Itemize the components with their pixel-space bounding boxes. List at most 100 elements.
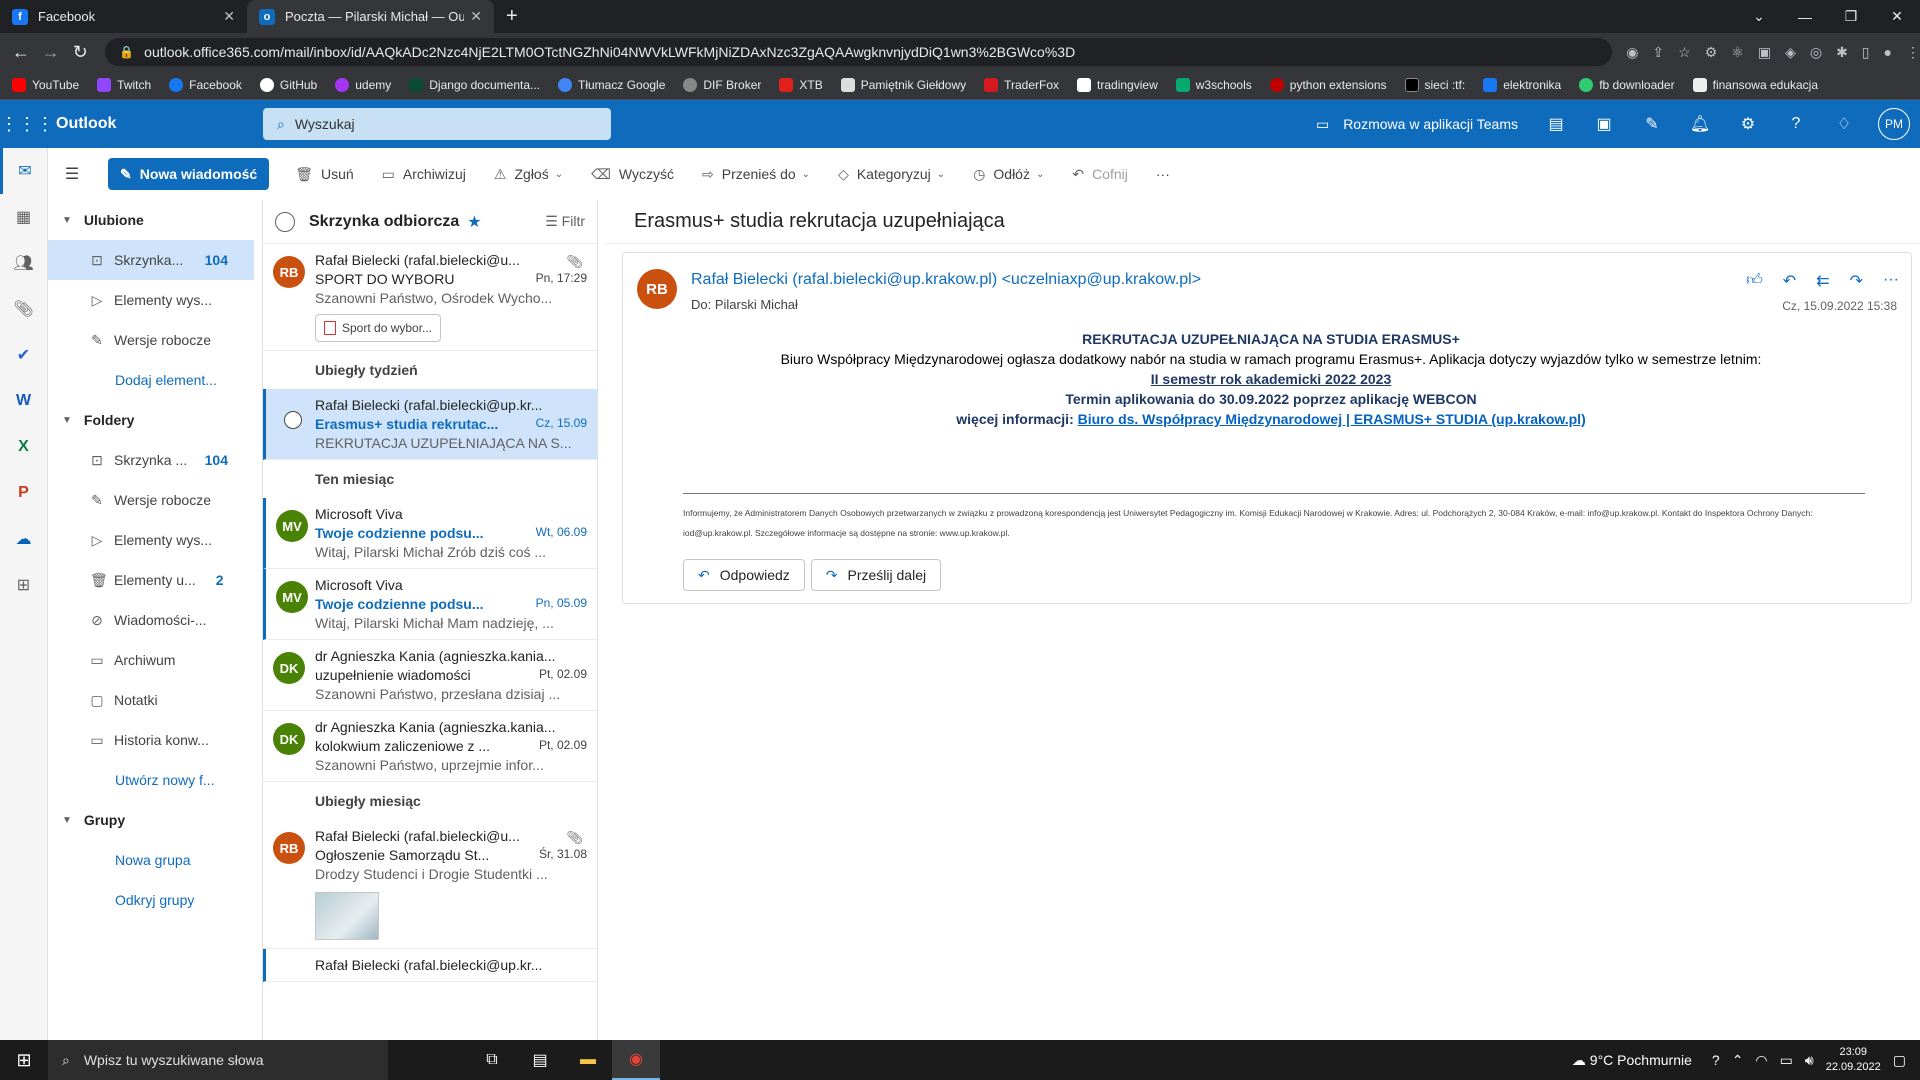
bookmark-sieci[interactable]: sieci :tf: bbox=[1404, 78, 1465, 92]
list-item[interactable]: MV Microsoft Viva Twoje codzienne podsu.… bbox=[263, 569, 597, 640]
share-icon[interactable]: ⇪ bbox=[1652, 44, 1664, 61]
eye-icon[interactable]: ◉ bbox=[1626, 44, 1638, 61]
bookmark-django[interactable]: Django documenta... bbox=[409, 78, 540, 92]
snooze-button[interactable]: ◷ Odłóż ⌄ bbox=[959, 166, 1058, 183]
notifications-icon[interactable]: ▢ bbox=[1893, 1052, 1906, 1069]
bookmark-xtb[interactable]: XTB bbox=[779, 78, 823, 92]
message-sender-link[interactable]: Rafał Bielecki (rafal.bielecki@up.krakow… bbox=[691, 271, 1201, 289]
sweep-button[interactable]: ⌫ Wyczyść bbox=[577, 166, 688, 183]
bookmark-twitch[interactable]: Twitch bbox=[97, 78, 151, 92]
bookmark-github[interactable]: GitHub bbox=[259, 78, 317, 92]
show-hidden-icons-icon[interactable]: ⌃ bbox=[1732, 1052, 1744, 1069]
bookmark-udemy[interactable]: udemy bbox=[335, 78, 391, 92]
tasks-icon[interactable]: ✎ bbox=[1628, 114, 1676, 134]
app-brand[interactable]: Outlook bbox=[56, 115, 263, 133]
categorize-button[interactable]: ◇ Kategoryzuj ⌄ bbox=[824, 166, 959, 183]
bookmark-facebook[interactable]: Facebook bbox=[169, 78, 242, 92]
weather-widget[interactable]: ☁ 9°C Pochmurnie bbox=[1572, 1052, 1692, 1069]
more-apps-icon[interactable]: ⊞ bbox=[0, 562, 47, 608]
file-explorer-icon[interactable]: ▬ bbox=[564, 1040, 612, 1080]
chrome-icon[interactable]: ◉ bbox=[612, 1040, 660, 1080]
bookmark-traderfox[interactable]: TraderFox bbox=[984, 78, 1059, 92]
folders-header[interactable]: ▼ Foldery bbox=[48, 400, 254, 440]
discover-groups-link[interactable]: Odkryj grupy bbox=[48, 880, 254, 920]
list-item[interactable]: DK dr Agnieszka Kania (agnieszka.kania..… bbox=[263, 711, 597, 782]
extension-gear-icon[interactable]: ⚙ bbox=[1705, 44, 1718, 61]
tab-outlook[interactable]: o Poczta — Pilarski Michał — Outlo ✕ bbox=[247, 0, 494, 33]
bookmark-youtube[interactable]: YouTube bbox=[12, 78, 79, 92]
image-attachment-thumbnail[interactable] bbox=[315, 892, 379, 940]
bookmark-elektronika[interactable]: elektronika bbox=[1483, 78, 1561, 92]
react-icon[interactable]: ⚛ bbox=[1731, 44, 1744, 61]
list-item[interactable]: RB 📎︎ Rafał Bielecki (rafal.bielecki@u..… bbox=[263, 820, 597, 949]
bookmark-pamietnik[interactable]: Pamiętnik Giełdowy bbox=[840, 78, 966, 92]
select-radio[interactable] bbox=[284, 411, 302, 429]
bookmark-dif-broker[interactable]: DIF Broker bbox=[683, 78, 761, 92]
favorites-header[interactable]: ▼ Ulubione bbox=[48, 200, 254, 240]
help-icon[interactable]: ? bbox=[1712, 1052, 1720, 1068]
reload-icon[interactable]: ↻ bbox=[65, 42, 95, 63]
list-item[interactable]: DK dr Agnieszka Kania (agnieszka.kania..… bbox=[263, 640, 597, 711]
extension-badge-icon[interactable]: ▣ bbox=[1758, 44, 1771, 61]
delete-button[interactable]: 🗑︎ Usuń bbox=[281, 166, 367, 183]
groups-header[interactable]: ▼ Grupy bbox=[48, 800, 254, 840]
widgets-icon[interactable]: ▤ bbox=[516, 1040, 564, 1080]
close-tab-icon[interactable]: ✕ bbox=[470, 8, 482, 25]
bookmark-tradingview[interactable]: tradingview bbox=[1077, 78, 1158, 92]
task-view-icon[interactable]: ⧉ bbox=[468, 1040, 516, 1080]
undo-button[interactable]: ↶ Cofnij bbox=[1058, 166, 1142, 183]
forward-icon[interactable]: → bbox=[36, 42, 66, 63]
gift-icon[interactable]: ◈ bbox=[1785, 44, 1796, 61]
list-item[interactable]: Rafał Bielecki (rafal.bielecki@up.kr... bbox=[263, 949, 597, 982]
favorite-drafts[interactable]: ✎ Wersje robocze bbox=[48, 320, 254, 360]
search-input[interactable]: ⌕ Wyszukaj bbox=[263, 108, 611, 140]
powerpoint-app-icon[interactable]: P bbox=[0, 470, 47, 516]
tab-facebook[interactable]: f Facebook ✕ bbox=[0, 0, 247, 33]
taskbar-search-input[interactable]: ⌕ Wpisz tu wyszukiwane słowa bbox=[48, 1040, 388, 1080]
list-item[interactable]: RB 📎︎ Rafał Bielecki (rafal.bielecki@u..… bbox=[263, 244, 597, 351]
new-folder-link[interactable]: Utwórz nowy f... bbox=[48, 760, 254, 800]
forward-icon[interactable]: ↷ bbox=[1850, 271, 1863, 291]
avatar[interactable]: PM bbox=[1878, 108, 1910, 140]
folder-deleted[interactable]: 🗑︎ Elementy u... 2 bbox=[48, 560, 254, 600]
minimize-icon[interactable]: — bbox=[1782, 0, 1828, 33]
onedrive-icon[interactable]: ☁ bbox=[0, 516, 47, 562]
new-group-link[interactable]: Nowa grupa bbox=[48, 840, 254, 880]
attachment-files-icon[interactable]: 📎︎ bbox=[0, 286, 47, 332]
bookmark-google-translate[interactable]: Tłumacz Google bbox=[558, 78, 665, 92]
close-window-icon[interactable]: ✕ bbox=[1874, 0, 1920, 33]
word-app-icon[interactable]: W bbox=[0, 378, 47, 424]
close-tab-icon[interactable]: ✕ bbox=[223, 8, 235, 25]
url-field[interactable]: 🔒 outlook.office365.com/mail/inbox/id/AA… bbox=[105, 38, 1613, 66]
folder-conversation-history[interactable]: ▭ Historia konw... bbox=[48, 720, 254, 760]
menu-icon[interactable]: ⋮ bbox=[1906, 44, 1920, 61]
new-mail-button[interactable]: ✎ Nowa wiadomość bbox=[108, 158, 270, 190]
bookmark-python-extensions[interactable]: python extensions bbox=[1269, 78, 1387, 92]
filter-button[interactable]: ☰ Filtr bbox=[545, 213, 585, 230]
back-icon[interactable]: ← bbox=[6, 42, 36, 63]
bookmark-fb-downloader[interactable]: fb downloader bbox=[1579, 78, 1675, 92]
reply-all-icon[interactable]: ⇇ bbox=[1816, 271, 1829, 291]
profile-icon[interactable]: ● bbox=[1884, 44, 1892, 61]
folder-archive[interactable]: ▭ Archiwum bbox=[48, 640, 254, 680]
more-options-icon[interactable]: ··· bbox=[1883, 271, 1899, 291]
folder-notes[interactable]: ▢ Notatki bbox=[48, 680, 254, 720]
network-icon[interactable]: ◠ bbox=[1755, 1052, 1767, 1069]
add-favorite-link[interactable]: Dodaj element... bbox=[48, 360, 254, 400]
bookmark-finansowa-edukacja[interactable]: finansowa edukacja bbox=[1692, 78, 1818, 92]
forward-button[interactable]: ↷ Prześlij dalej bbox=[810, 559, 942, 591]
select-all-checkbox[interactable] bbox=[275, 211, 295, 232]
report-button[interactable]: ⚠ Zgłoś ⌄ bbox=[480, 166, 577, 183]
like-icon[interactable]: 👍︎ bbox=[1746, 271, 1763, 291]
bookmark-star-icon[interactable]: ☆ bbox=[1678, 44, 1691, 61]
chat-icon[interactable]: ▤ bbox=[1532, 114, 1580, 134]
list-item[interactable]: MV Microsoft Viva Twoje codzienne podsu.… bbox=[263, 498, 597, 569]
more-commands-button[interactable]: ··· bbox=[1142, 166, 1184, 182]
folder-inbox[interactable]: ⊡ Skrzynka ... 104 bbox=[48, 440, 254, 480]
favorite-sent[interactable]: ▷ Elementy wys... bbox=[48, 280, 254, 320]
teams-call-button[interactable]: ▭ Rozmowa w aplikacji Teams bbox=[1316, 116, 1518, 133]
puzzle-icon[interactable]: ✱ bbox=[1836, 44, 1848, 61]
mail-icon[interactable]: ✉ bbox=[0, 148, 47, 194]
windows-start-icon[interactable]: ⊞ bbox=[0, 1050, 48, 1071]
folder-sent[interactable]: ▷ Elementy wys... bbox=[48, 520, 254, 560]
